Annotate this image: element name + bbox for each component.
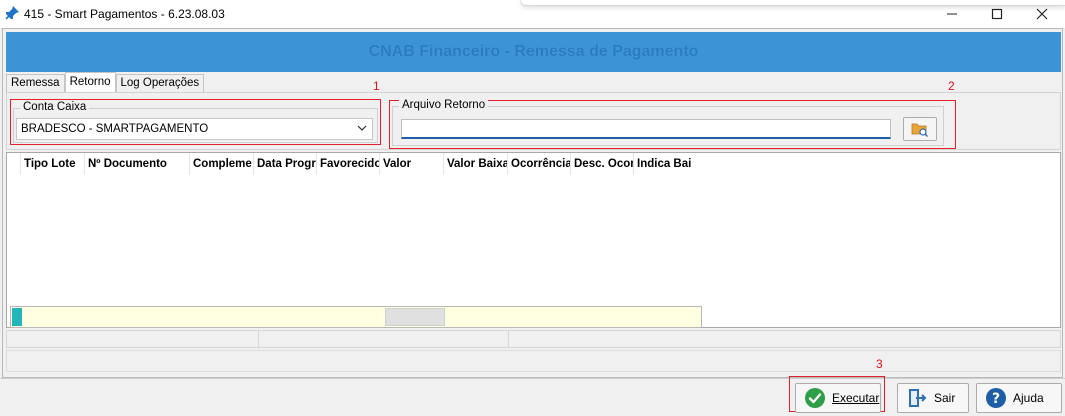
column-header-valor-baixa[interactable]: Valor Baixa (444, 153, 508, 175)
tab-bar: Remessa Retorno Log Operações (6, 72, 205, 92)
executar-button[interactable]: Executar (795, 383, 881, 413)
tab-retorno[interactable]: Retorno (64, 72, 116, 92)
column-header-ocorrencia[interactable]: Ocorrência (508, 153, 571, 175)
conta-caixa-value: BRADESCO - SMARTPAGAMENTO (21, 123, 209, 135)
row-indicator-header (7, 153, 21, 175)
conta-caixa-select[interactable]: BRADESCO - SMARTPAGAMENTO (16, 118, 373, 140)
status-bar-secondary (6, 350, 1061, 372)
main-window: CNAB Financeiro - Remessa de Pagamento R… (2, 28, 1063, 378)
annotation-number-1: 1 (373, 79, 380, 93)
maximize-button[interactable] (982, 4, 1012, 24)
close-button[interactable] (1027, 4, 1057, 24)
status-bar (6, 330, 1061, 348)
banner-title: CNAB Financeiro - Remessa de Pagamento (368, 43, 699, 60)
horizontal-scrollbar[interactable] (10, 306, 702, 328)
column-header-data-programada[interactable]: Data Progr (254, 153, 317, 175)
arquivo-retorno-input[interactable] (401, 119, 891, 139)
sair-label: Sair (934, 391, 956, 405)
maximize-icon (991, 8, 1003, 20)
column-header-n-documento[interactable]: Nº Documento (85, 153, 190, 175)
annotation-number-2: 2 (948, 79, 955, 93)
status-cell-2 (259, 331, 509, 347)
column-header-valor[interactable]: Valor (380, 153, 444, 175)
status-cell-1 (7, 331, 259, 347)
sair-button[interactable]: Sair (897, 383, 969, 413)
grid-header: Tipo Lote Nº Documento Compleme Data Pro… (7, 153, 697, 175)
svg-text:?: ? (992, 391, 1000, 407)
help-icon: ? (986, 388, 1006, 408)
scrollbar-thumb[interactable] (385, 308, 445, 326)
close-icon (1036, 8, 1048, 20)
minimize-button[interactable] (937, 4, 967, 24)
ajuda-label: Ajuda (1013, 391, 1044, 405)
browse-file-button[interactable] (903, 117, 937, 141)
folder-search-icon (911, 123, 928, 137)
pin-icon (5, 6, 19, 20)
arquivo-retorno-label: Arquivo Retorno (399, 99, 489, 111)
annotation-number-3: 3 (876, 357, 883, 371)
executar-label: Executar (832, 391, 880, 405)
scrollbar-marker (12, 308, 22, 326)
title-bar: 415 - Smart Pagamentos - 6.23.08.03 (0, 0, 1065, 28)
column-header-favorecido[interactable]: Favorecido (317, 153, 380, 175)
conta-caixa-label: Conta Caixa (20, 101, 90, 113)
retorno-grid[interactable]: Tipo Lote Nº Documento Compleme Data Pro… (6, 152, 1061, 328)
window-title: 415 - Smart Pagamentos - 6.23.08.03 (24, 7, 225, 21)
column-header-tipo-lote[interactable]: Tipo Lote (21, 153, 85, 175)
action-bar: 3 Executar Sair ? Ajuda (0, 357, 1065, 416)
exit-door-icon (909, 389, 927, 407)
tab-log-operacoes[interactable]: Log Operações (115, 74, 205, 92)
column-header-indica-baixa[interactable]: Indica Bai (634, 153, 697, 175)
tab-remessa[interactable]: Remessa (6, 74, 65, 92)
header-banner: CNAB Financeiro - Remessa de Pagamento (6, 32, 1061, 72)
ajuda-button[interactable]: ? Ajuda (976, 383, 1062, 413)
check-circle-icon (805, 388, 825, 408)
chevron-down-icon (357, 125, 367, 131)
column-header-desc-ocorrencia[interactable]: Desc. Ocor (571, 153, 634, 175)
column-header-complemento[interactable]: Compleme (190, 153, 254, 175)
minimize-icon (947, 13, 957, 15)
